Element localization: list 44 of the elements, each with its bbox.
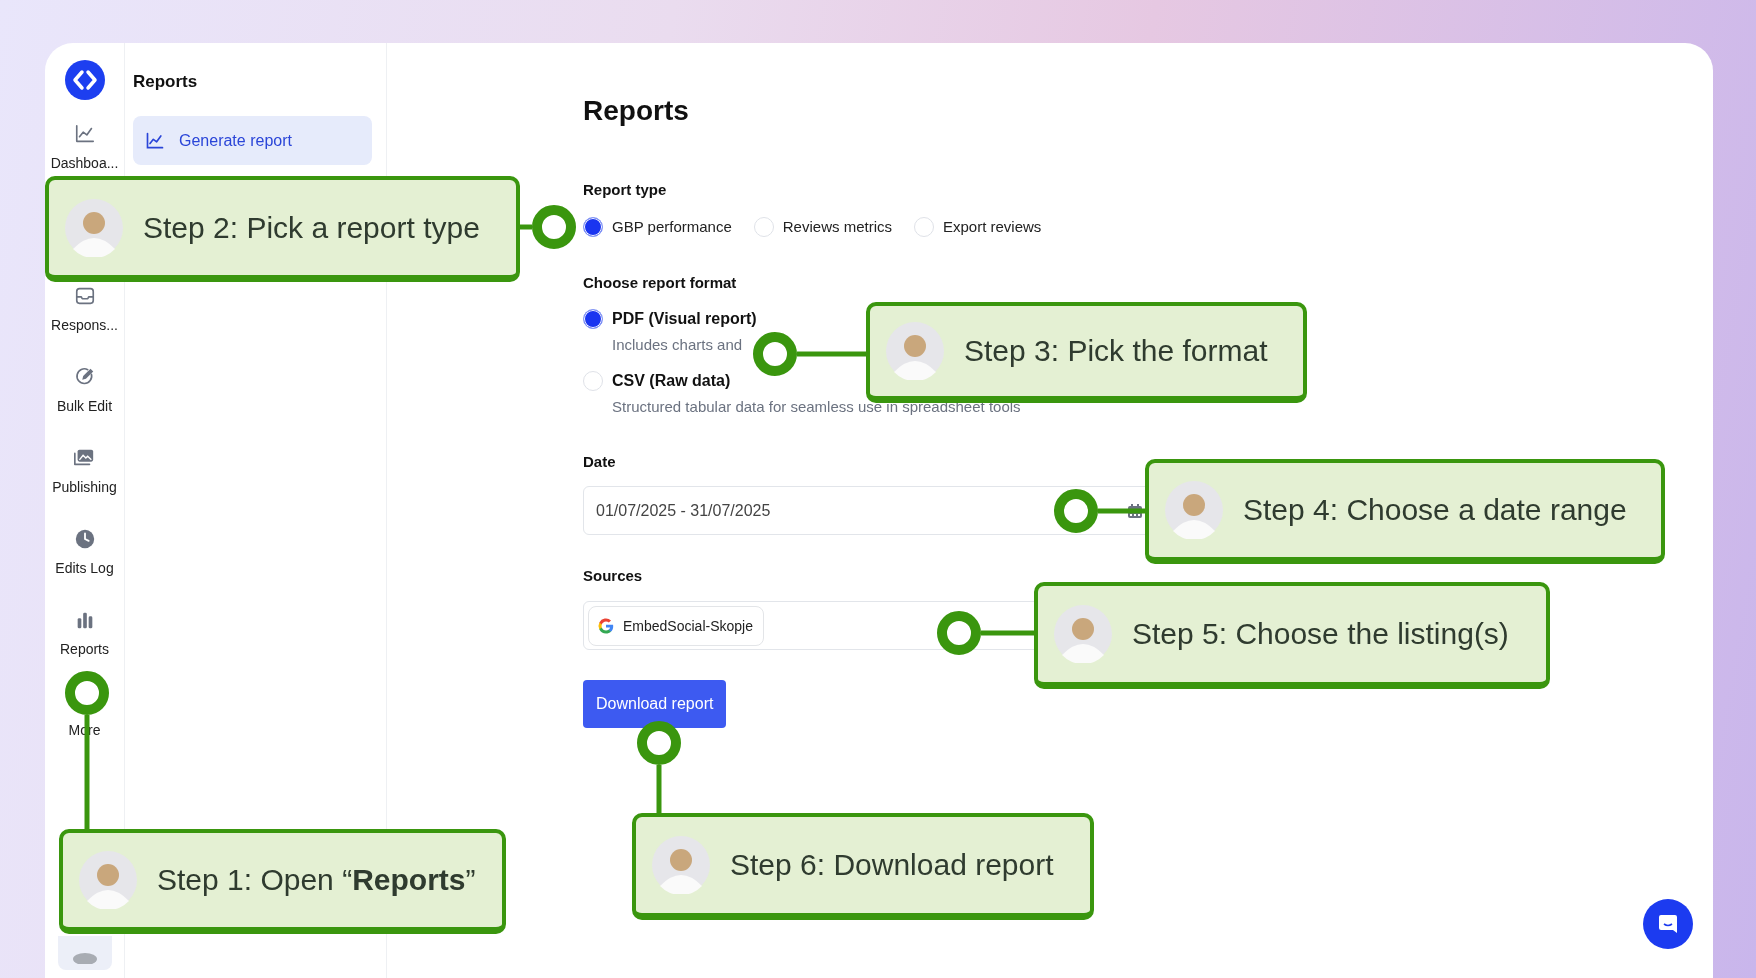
avatar [65, 198, 123, 257]
option-label: CSV (Raw data) [612, 371, 731, 391]
radio-button[interactable] [583, 309, 603, 329]
chart-icon [145, 130, 165, 151]
option-label: PDF (Visual report) [612, 309, 757, 329]
google-icon [597, 616, 615, 635]
rail-item[interactable]: Dashboa... [50, 123, 119, 172]
callout-text: Step 1: Open “Reports” [157, 863, 476, 897]
radio-option[interactable]: Export reviews [913, 215, 1042, 239]
rail-item[interactable]: Respons... [51, 285, 118, 334]
field-label: Date [583, 452, 617, 472]
avatar [886, 322, 944, 380]
chat-button[interactable] [1643, 899, 1693, 949]
callout-text: Step 4: Choose a date range [1243, 493, 1627, 527]
field-label: Report type [583, 180, 668, 200]
chart-icon [73, 123, 96, 145]
source-chip[interactable]: EmbedSocial-Skopje [588, 605, 764, 646]
rail-item[interactable]: Bulk Edit [56, 366, 113, 415]
rail-item[interactable]: Reports [60, 609, 109, 658]
avatar [1054, 605, 1112, 663]
callout-text: Step 6: Download report [730, 848, 1054, 882]
radio-button[interactable] [583, 217, 603, 237]
callout-text: Step 3: Pick the format [964, 334, 1268, 368]
logo-icon [64, 60, 105, 100]
radio-option[interactable]: GBP performance [583, 215, 732, 239]
rail-item[interactable]: Publishing [52, 447, 117, 496]
field-label: Sources [583, 566, 644, 586]
profile-button[interactable] [57, 936, 112, 970]
download-button[interactable]: Download report [583, 680, 727, 728]
avatar [1165, 481, 1223, 539]
avatar [79, 851, 137, 909]
nav-item[interactable]: Generate report [133, 116, 372, 165]
chat-icon [1656, 912, 1680, 936]
avatar [652, 836, 710, 894]
section-title: Reports [133, 72, 199, 92]
rail-item[interactable]: Edits Log [55, 528, 114, 577]
field-label: Choose report format [583, 273, 738, 293]
clock-icon [73, 528, 96, 550]
radio-option[interactable]: Reviews metrics [753, 215, 892, 239]
page-title: Reports [583, 94, 690, 128]
inbox-icon [73, 285, 96, 307]
person-icon [71, 950, 98, 964]
option-description: Includes charts and [612, 335, 743, 355]
callout-text: Step 2: Pick a report type [143, 210, 480, 245]
